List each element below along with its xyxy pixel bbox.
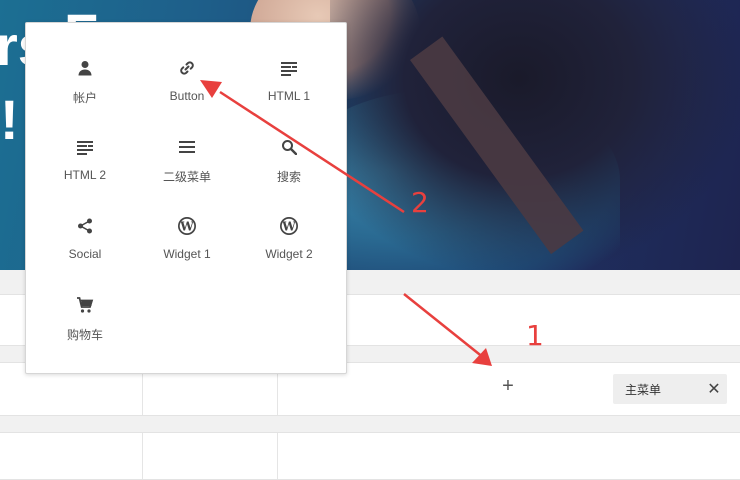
element-item-html-2[interactable]: HTML 2 [35, 136, 135, 206]
add-element-button[interactable]: + [497, 375, 519, 397]
element-item-label: Button [169, 89, 205, 103]
element-item-label: Widget 1 [163, 247, 211, 261]
menu-element-chip[interactable]: 主菜单 ✕ [613, 374, 727, 404]
hamburger-menu-icon [176, 136, 198, 158]
cell-divider [142, 433, 143, 479]
share-icon [74, 215, 96, 237]
element-item-account[interactable]: 帐户 [35, 57, 135, 127]
text-lines-icon [278, 57, 300, 79]
hero-heading-fragment: ! [0, 88, 19, 151]
annotation-marker-2: 2 [411, 186, 429, 219]
builder-row-bottom [0, 432, 740, 480]
svg-text:W: W [179, 219, 194, 233]
element-item-label: 帐户 [72, 91, 97, 105]
element-item-button[interactable]: Button [137, 57, 237, 127]
element-item-label: HTML 2 [63, 168, 107, 182]
annotation-marker-1: 1 [526, 319, 544, 352]
element-item-cart[interactable]: 购物车 [35, 294, 135, 364]
menu-chip-label: 主菜单 [625, 382, 662, 397]
element-item-search[interactable]: 搜索 [239, 136, 339, 206]
wordpress-icon: W [176, 215, 198, 237]
search-icon [278, 136, 300, 158]
element-item-label: HTML 1 [267, 89, 311, 103]
element-item-label: Widget 2 [265, 247, 313, 261]
element-item-label: Social [68, 247, 102, 261]
cell-divider [277, 433, 278, 479]
add-element-popup: 帐户 Button HTML 1 HTML 2 二级菜单 搜索 Social W… [25, 22, 347, 374]
link-icon [176, 57, 198, 79]
element-item-widget-2[interactable]: W Widget 2 [239, 215, 339, 285]
svg-text:W: W [281, 219, 296, 233]
element-item-html-1[interactable]: HTML 1 [239, 57, 339, 127]
element-item-label: 搜索 [276, 170, 301, 184]
element-item-widget-1[interactable]: W Widget 1 [137, 215, 237, 285]
person-icon [74, 57, 96, 79]
element-item-label: 二级菜单 [162, 170, 211, 184]
element-item-secondary-menu[interactable]: 二级菜单 [137, 136, 237, 206]
cart-icon [74, 294, 96, 316]
close-icon[interactable]: ✕ [701, 379, 727, 399]
element-item-label: 购物车 [66, 328, 103, 342]
wordpress-icon: W [278, 215, 300, 237]
text-lines-icon [74, 136, 96, 158]
element-item-social[interactable]: Social [35, 215, 135, 285]
